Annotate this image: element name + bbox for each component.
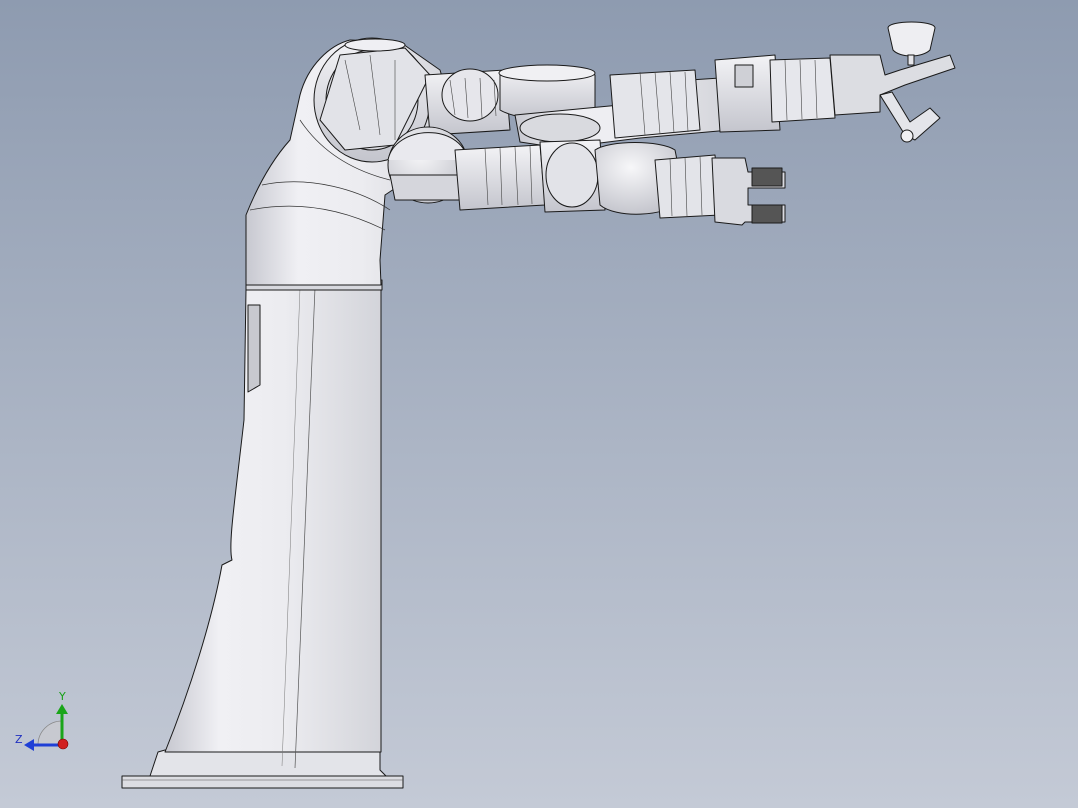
wine-glass[interactable] (887, 21, 936, 66)
coordinate-triad: Y Z (15, 690, 69, 751)
pedestal-column (164, 284, 382, 753)
glass-bowl (887, 21, 936, 57)
upper-robot-arm[interactable] (424, 54, 956, 149)
pedestal-cutout (247, 304, 261, 393)
x-axis-point (57, 738, 69, 750)
lower-robot-arm[interactable] (387, 126, 786, 226)
graphics-viewport[interactable]: Y Z (0, 0, 1078, 808)
y-axis-label: Y (58, 690, 66, 703)
base-plate (121, 775, 404, 789)
model-view[interactable]: Y Z (0, 0, 1078, 808)
robot-pedestal[interactable] (121, 279, 404, 789)
base-flange (149, 749, 387, 777)
z-axis-label: Z (15, 733, 23, 746)
y-axis-arrowhead (56, 704, 68, 714)
z-axis-arrowhead (24, 739, 34, 751)
